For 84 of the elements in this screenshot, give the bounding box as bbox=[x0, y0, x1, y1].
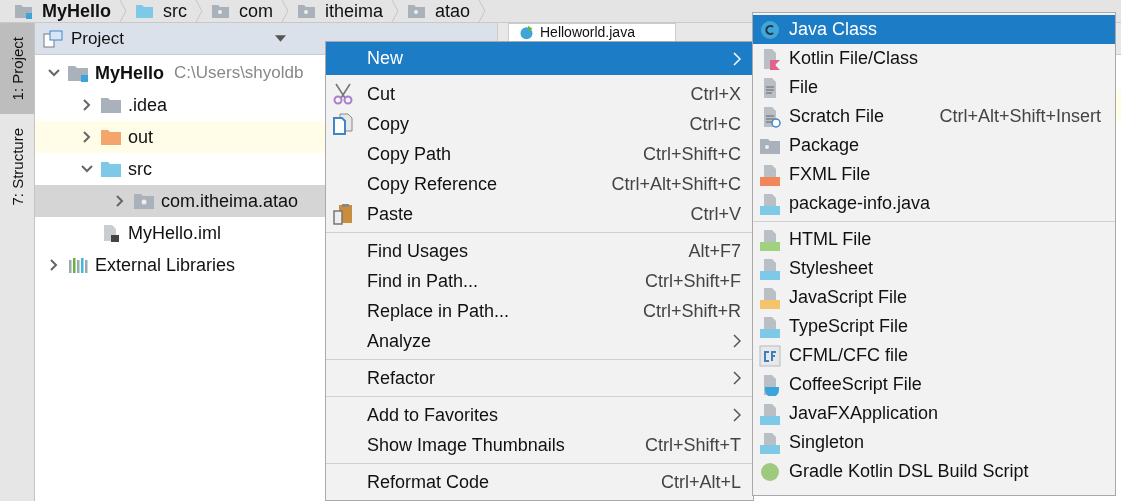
package-icon bbox=[297, 3, 318, 19]
menu-item[interactable]: Replace in Path... Ctrl+Shift+R bbox=[326, 296, 753, 326]
menu-item[interactable]: Show Image Thumbnails Ctrl+Shift+T bbox=[326, 430, 753, 460]
menu-item[interactable]: Refactor bbox=[326, 363, 753, 393]
chevron-icon bbox=[478, 0, 487, 22]
file-icon bbox=[759, 402, 781, 425]
file-icon bbox=[759, 228, 781, 251]
class-icon bbox=[519, 25, 534, 40]
shortcut: Ctrl+Alt+L bbox=[660, 471, 741, 493]
menu-item[interactable]: Kotlin File/Class bbox=[753, 44, 1115, 73]
folder-icon bbox=[135, 3, 155, 19]
package-icon bbox=[211, 3, 231, 19]
chevron-icon bbox=[391, 0, 400, 22]
file-icon bbox=[759, 257, 781, 280]
tool-window-tab[interactable]: 1: Project bbox=[0, 23, 34, 115]
menu-item[interactable]: JavaFXApplication bbox=[753, 399, 1115, 428]
module-folder-icon bbox=[67, 64, 89, 82]
tree-label: src bbox=[128, 158, 152, 180]
package-icon bbox=[407, 3, 428, 19]
menu-item[interactable]: CoffeeScript File bbox=[753, 370, 1115, 399]
menu-item[interactable]: Cut Ctrl+X bbox=[326, 79, 753, 109]
tree-label: MyHello bbox=[95, 62, 164, 84]
tree-label: com.itheima.atao bbox=[161, 190, 299, 212]
menu-item[interactable]: Find in Path... Ctrl+Shift+F bbox=[326, 266, 753, 296]
shortcut: Ctrl+X bbox=[690, 83, 741, 105]
shortcut: Ctrl+Shift+T bbox=[644, 434, 741, 456]
breadcrumb[interactable]: com bbox=[239, 1, 274, 21]
shortcut: Ctrl+Shift+F bbox=[644, 270, 741, 292]
menu-item[interactable]: Analyze bbox=[326, 326, 753, 356]
tree-label: .idea bbox=[128, 94, 168, 116]
chevron-icon bbox=[119, 0, 127, 22]
menu-item[interactable]: package-info.java bbox=[753, 189, 1115, 218]
menu-item[interactable]: Java Class bbox=[753, 15, 1115, 44]
menu-item[interactable]: Stylesheet bbox=[753, 254, 1115, 283]
clipboard-icon bbox=[332, 203, 354, 225]
shortcut: Ctrl+Alt+Shift+C bbox=[611, 173, 741, 195]
menu-item[interactable]: Scratch File Ctrl+Alt+Shift+Insert bbox=[753, 102, 1115, 131]
scissors-icon bbox=[332, 83, 354, 105]
menu-item[interactable]: HTML File bbox=[753, 225, 1115, 254]
class-icon bbox=[759, 18, 781, 41]
file-icon bbox=[759, 163, 781, 186]
breadcrumb[interactable]: atao bbox=[435, 1, 471, 21]
menu-item[interactable]: TypeScript File bbox=[753, 312, 1115, 341]
module-folder-icon bbox=[14, 3, 34, 19]
menu-item[interactable]: FXML File bbox=[753, 160, 1115, 189]
package-icon bbox=[133, 192, 155, 210]
shortcut: Ctrl+Shift+C bbox=[642, 143, 741, 165]
project-view-icon bbox=[43, 29, 63, 48]
menu-item[interactable]: New bbox=[326, 42, 753, 75]
file-icon bbox=[759, 431, 781, 454]
menu-item[interactable]: CFML/CFC file bbox=[753, 341, 1115, 370]
menu-item[interactable]: Add to Favorites bbox=[326, 400, 753, 430]
menu-item[interactable]: Reformat Code Ctrl+Alt+L bbox=[326, 467, 753, 497]
dropdown-caret-icon[interactable] bbox=[275, 35, 286, 42]
folder-icon bbox=[100, 160, 122, 178]
shortcut: Ctrl+V bbox=[690, 203, 741, 225]
module-path: C:\Users\shyoldb bbox=[174, 63, 304, 83]
folder-icon bbox=[100, 96, 122, 114]
file-icon bbox=[759, 286, 781, 309]
breadcrumb[interactable]: MyHello bbox=[42, 1, 111, 21]
shortcut: Ctrl+C bbox=[689, 113, 741, 135]
breadcrumb[interactable]: itheima bbox=[325, 1, 384, 21]
menu-item[interactable]: Singleton bbox=[753, 428, 1115, 457]
shortcut: Alt+F7 bbox=[688, 240, 741, 262]
file-icon bbox=[759, 315, 781, 338]
tree-label: out bbox=[128, 126, 154, 148]
tree-label: External Libraries bbox=[95, 254, 236, 276]
tree-label: MyHello.iml bbox=[128, 222, 221, 244]
menu-item[interactable]: File bbox=[753, 73, 1115, 102]
menu-item[interactable]: Find Usages Alt+F7 bbox=[326, 236, 753, 266]
menu-item[interactable]: Package bbox=[753, 131, 1115, 160]
shortcut: Ctrl+Alt+Shift+Insert bbox=[939, 106, 1101, 127]
menu-item[interactable]: JavaScript File bbox=[753, 283, 1115, 312]
menu-item[interactable]: Gradle Kotlin DSL Build Script bbox=[753, 457, 1115, 486]
chevron-icon bbox=[195, 0, 203, 22]
chevron-icon bbox=[281, 0, 290, 22]
shortcut: Ctrl+Shift+R bbox=[642, 300, 741, 322]
copy-icon bbox=[332, 113, 354, 135]
library-icon bbox=[67, 256, 89, 274]
cf-file-icon bbox=[759, 344, 781, 367]
breadcrumb[interactable]: src bbox=[163, 1, 187, 21]
file-icon bbox=[759, 192, 781, 215]
folder-icon bbox=[100, 128, 122, 146]
tool-window-tab[interactable]: 7: Structure bbox=[0, 114, 34, 220]
